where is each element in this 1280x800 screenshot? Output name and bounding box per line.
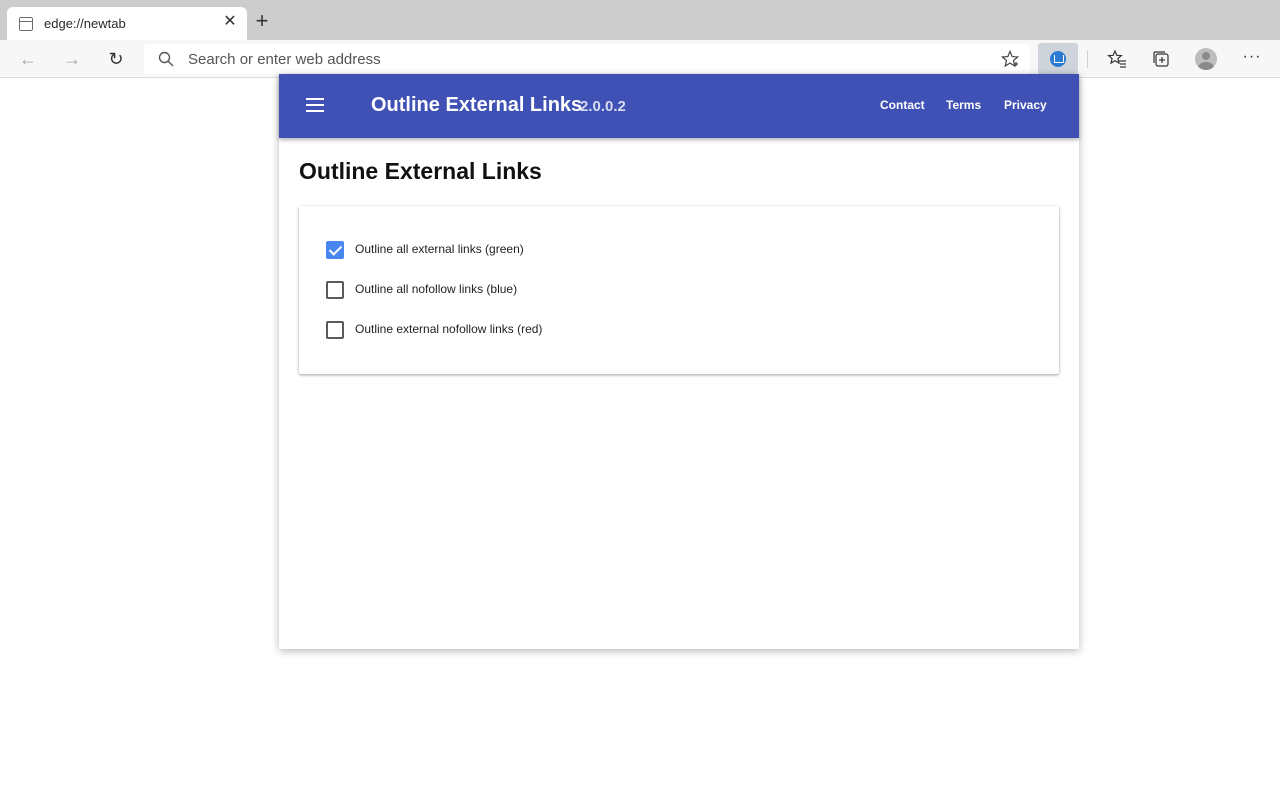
new-tab-icon[interactable]: + bbox=[253, 10, 271, 32]
toolbar-divider bbox=[1087, 50, 1088, 68]
reload-icon[interactable]: ↻ bbox=[105, 48, 127, 70]
address-bar[interactable] bbox=[144, 44, 1030, 74]
forward-arrow-icon[interactable]: → bbox=[61, 48, 83, 70]
hamburger-menu-icon[interactable] bbox=[306, 98, 324, 112]
app-bar: Outline External Links 2.0.0.2 Contact T… bbox=[279, 74, 1079, 138]
app-title: Outline External Links bbox=[371, 94, 583, 116]
tab-strip: edge://newtab ✕ + bbox=[0, 0, 1280, 40]
search-icon bbox=[158, 51, 174, 67]
option-label: Outline all nofollow links (blue) bbox=[355, 282, 518, 296]
extension-icon bbox=[1050, 51, 1066, 67]
contact-link[interactable]: Contact bbox=[880, 98, 925, 112]
page-icon bbox=[19, 17, 33, 31]
back-arrow-icon[interactable]: ← bbox=[17, 48, 39, 70]
tab-title: edge://newtab bbox=[44, 16, 126, 31]
browser-toolbar: ← → ↻ ··· bbox=[0, 40, 1280, 78]
address-input[interactable] bbox=[188, 44, 988, 74]
terms-link[interactable]: Terms bbox=[946, 98, 981, 112]
browser-tab[interactable]: edge://newtab ✕ bbox=[7, 7, 247, 40]
extension-popup: Outline External Links 2.0.0.2 Contact T… bbox=[279, 74, 1079, 649]
close-icon[interactable]: ✕ bbox=[222, 14, 238, 30]
extension-button[interactable] bbox=[1038, 43, 1078, 75]
options-card: Outline all external links (green) Outli… bbox=[299, 206, 1059, 374]
favorite-star-icon[interactable] bbox=[1001, 50, 1019, 68]
favorites-icon[interactable] bbox=[1107, 49, 1127, 69]
privacy-link[interactable]: Privacy bbox=[1004, 98, 1047, 112]
profile-avatar[interactable] bbox=[1195, 48, 1217, 70]
more-options-icon[interactable]: ··· bbox=[1242, 48, 1262, 68]
collections-icon[interactable] bbox=[1151, 49, 1171, 69]
app-version: 2.0.0.2 bbox=[580, 98, 626, 115]
checkbox-outline-external-nofollow[interactable] bbox=[326, 321, 344, 339]
option-label: Outline external nofollow links (red) bbox=[355, 322, 543, 336]
option-label: Outline all external links (green) bbox=[355, 242, 524, 256]
checkbox-outline-external[interactable] bbox=[326, 241, 344, 259]
checkbox-outline-nofollow[interactable] bbox=[326, 281, 344, 299]
page-title: Outline External Links bbox=[299, 158, 542, 184]
